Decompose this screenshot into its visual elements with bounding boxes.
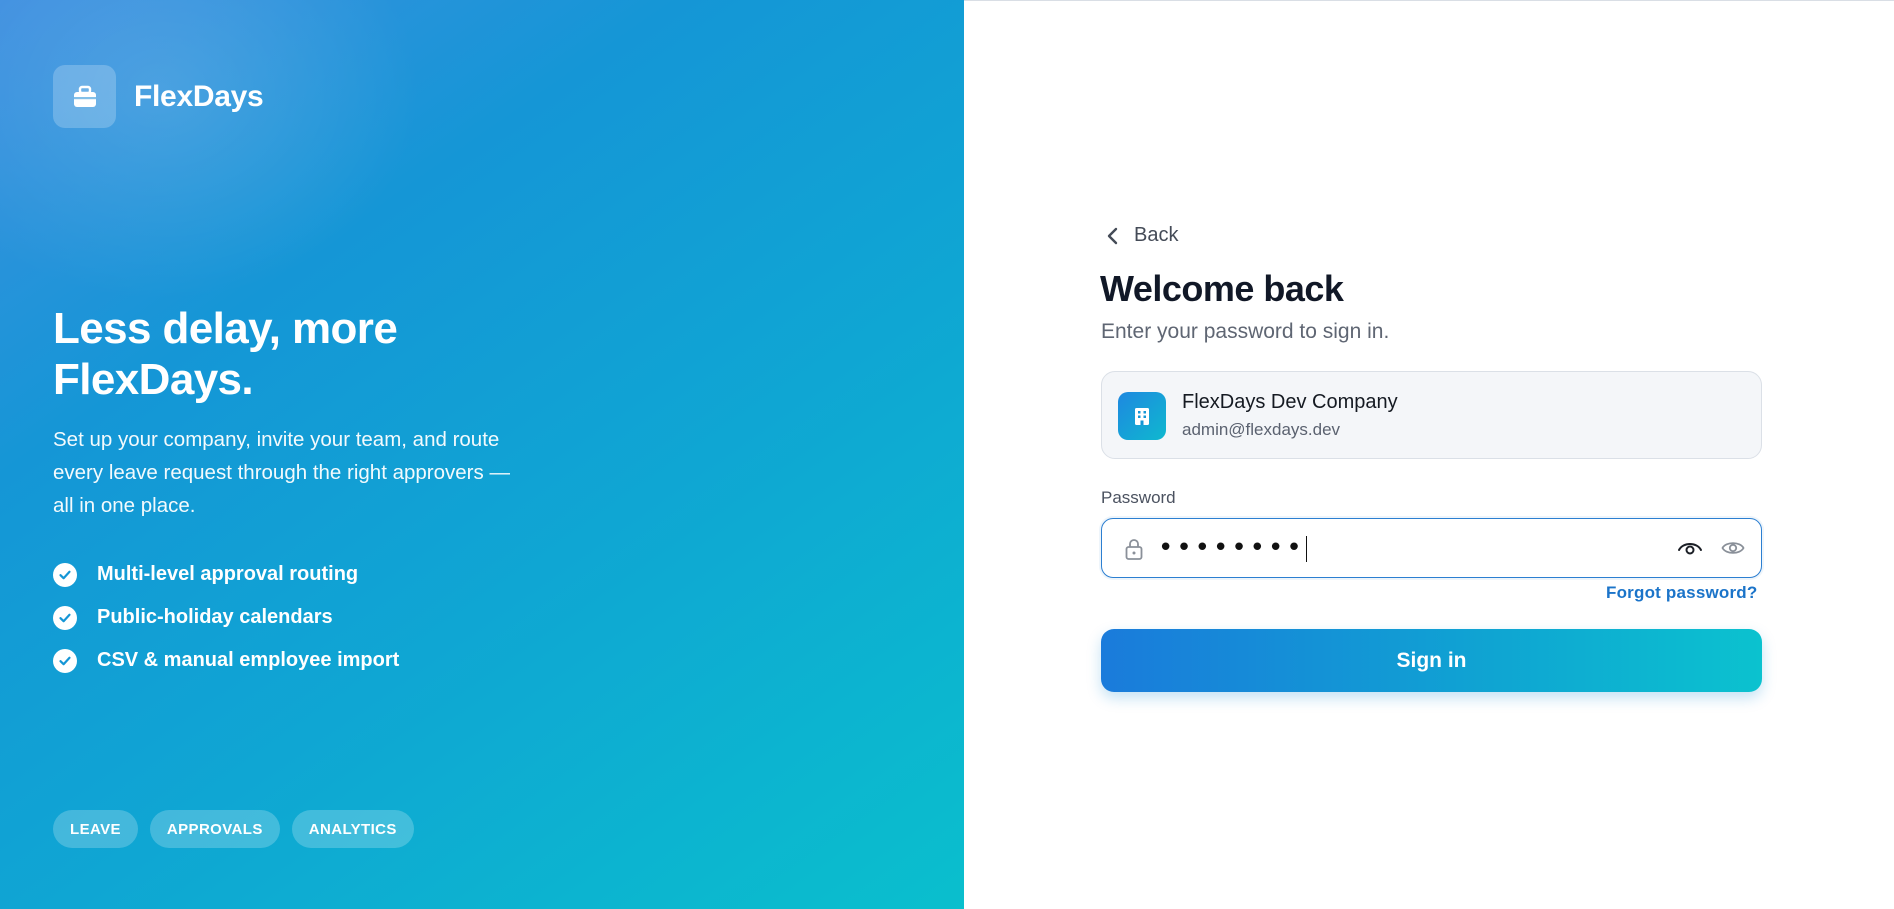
tag-approvals: APPROVALS bbox=[149, 810, 280, 848]
forgot-password-link[interactable]: Forgot password? bbox=[1606, 583, 1757, 603]
show-password-icon[interactable] bbox=[1721, 538, 1745, 563]
feature-item: CSV & manual employee import bbox=[53, 639, 399, 682]
tag-leave: LEAVE bbox=[53, 810, 138, 848]
hero-description: Set up your company, invite your team, a… bbox=[53, 428, 510, 517]
text-caret bbox=[1305, 535, 1308, 562]
chevron-left-icon bbox=[1107, 227, 1118, 244]
page-title: Welcome back bbox=[1100, 268, 1344, 309]
check-circle-icon bbox=[53, 648, 77, 673]
check-circle-icon bbox=[53, 605, 77, 630]
lock-icon bbox=[1125, 539, 1143, 560]
password-value: •••••••• bbox=[1158, 533, 1308, 563]
feature-label: CSV & manual employee import bbox=[97, 649, 400, 671]
brand: FlexDays bbox=[53, 65, 264, 128]
company-avatar bbox=[1118, 392, 1166, 440]
check-circle-icon bbox=[53, 562, 77, 587]
back-label: Back bbox=[1134, 224, 1179, 246]
eye-icon[interactable] bbox=[1677, 538, 1703, 563]
password-label: Password bbox=[1101, 488, 1176, 507]
briefcase-icon bbox=[73, 85, 96, 107]
password-input[interactable]: •••••••• bbox=[1101, 518, 1762, 578]
sign-in-button[interactable]: Sign in bbox=[1101, 629, 1762, 692]
back-button[interactable]: Back bbox=[1106, 224, 1178, 247]
hero-headline: Less delay, more FlexDays. bbox=[53, 304, 398, 404]
feature-list: Multi-level approval routing Public-holi… bbox=[53, 553, 399, 682]
building-icon bbox=[1135, 408, 1149, 425]
page-subtitle: Enter your password to sign in. bbox=[1101, 320, 1390, 343]
account-email: admin@flexdays.dev bbox=[1182, 420, 1341, 439]
brand-logo bbox=[53, 65, 116, 128]
brand-name: FlexDays bbox=[134, 79, 264, 113]
hero-panel: FlexDays Less delay, more FlexDays. Set … bbox=[0, 0, 964, 909]
tag-analytics: ANALYTICS bbox=[291, 810, 414, 848]
feature-item: Public-holiday calendars bbox=[53, 596, 399, 639]
feature-label: Multi-level approval routing bbox=[97, 563, 359, 585]
company-name: FlexDays Dev Company bbox=[1182, 391, 1398, 413]
account-card: FlexDays Dev Company admin@flexdays.dev bbox=[1101, 371, 1762, 459]
tag-list: LEAVE APPROVALS ANALYTICS bbox=[53, 810, 426, 848]
feature-label: Public-holiday calendars bbox=[97, 606, 333, 628]
feature-item: Multi-level approval routing bbox=[53, 553, 399, 596]
